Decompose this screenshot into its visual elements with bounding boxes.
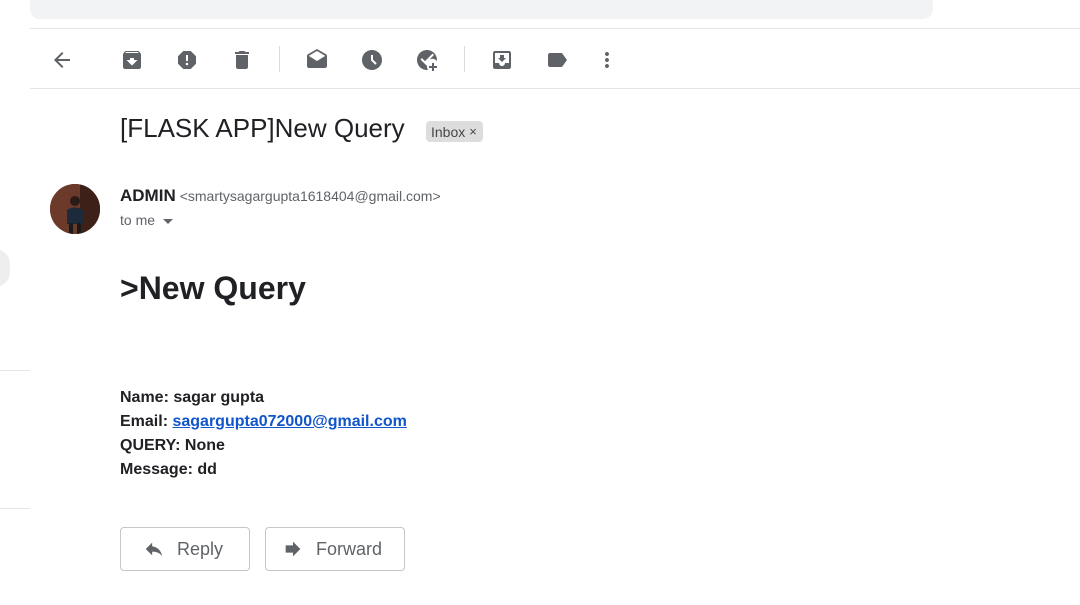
sidebar-item-edge[interactable] <box>0 249 10 287</box>
move-to-button[interactable] <box>484 42 520 78</box>
arrow-left-icon <box>54 52 70 68</box>
field-value: None <box>184 437 225 454</box>
field-query: QUERY: None <box>120 434 407 458</box>
message-fields: Name: sagar gupta Email: sagargupta07200… <box>120 386 407 482</box>
email-link[interactable]: sagargupta072000@gmail.com <box>172 413 406 430</box>
inbox-label-chip[interactable]: Inbox × <box>426 121 483 142</box>
field-email: Email: sagargupta072000@gmail.com <box>120 410 407 434</box>
more-options-button[interactable] <box>589 42 625 78</box>
mark-unread-button[interactable] <box>299 42 335 78</box>
recipient-label: to me <box>120 212 156 228</box>
sender-name[interactable]: ADMIN <box>120 186 176 205</box>
caret-down-icon <box>163 218 174 224</box>
field-message: Message: dd <box>120 458 407 482</box>
label-icon <box>548 53 567 67</box>
reply-button[interactable]: Reply <box>120 527 250 571</box>
reply-icon <box>145 542 163 557</box>
message-heading: >New Query <box>120 270 306 306</box>
reply-label: Reply <box>177 538 224 559</box>
forward-button[interactable]: Forward <box>265 527 405 571</box>
recipient-details-toggle[interactable]: to me <box>120 212 174 228</box>
trash-icon <box>235 51 249 69</box>
avatar[interactable] <box>50 184 100 234</box>
label-text: Inbox <box>431 123 466 140</box>
add-to-tasks-button[interactable] <box>409 42 445 78</box>
more-vert-icon <box>605 52 609 68</box>
remove-label-icon[interactable]: × <box>469 124 477 139</box>
divider <box>30 88 1080 89</box>
task-add-icon <box>417 50 438 71</box>
field-value: dd <box>197 461 217 478</box>
field-label: Name: <box>120 389 169 406</box>
labels-button[interactable] <box>539 42 575 78</box>
envelope-open-icon <box>307 49 327 68</box>
toolbar-separator <box>279 46 280 72</box>
clock-icon <box>362 50 382 70</box>
snooze-button[interactable] <box>354 42 390 78</box>
forward-label: Forward <box>316 538 383 559</box>
email-view: [FLASK APP]New Query Inbox × ADMIN <smart… <box>0 0 1080 605</box>
delete-button[interactable] <box>224 42 260 78</box>
divider <box>0 508 30 509</box>
email-subject: [FLASK APP]New Query <box>120 113 405 143</box>
field-label: QUERY: <box>120 437 181 454</box>
divider <box>30 28 1080 29</box>
sender-info: ADMIN <smartysagargupta1618404@gmail.com> <box>120 186 441 206</box>
divider <box>0 370 30 371</box>
field-name: Name: sagar gupta <box>120 386 407 410</box>
move-to-inbox-icon <box>493 51 511 69</box>
forward-icon <box>285 541 301 557</box>
search-bar[interactable] <box>30 0 933 19</box>
field-label: Message: <box>120 461 193 478</box>
back-button[interactable] <box>44 42 80 78</box>
field-value: sagar gupta <box>173 389 265 406</box>
field-label: Email: <box>120 413 169 430</box>
archive-button[interactable] <box>114 42 150 78</box>
toolbar-separator <box>464 46 465 72</box>
archive-icon <box>123 51 141 69</box>
sender-email: <smartysagargupta1618404@gmail.com> <box>179 188 441 204</box>
report-icon <box>178 51 196 69</box>
person-photo-icon <box>50 184 100 234</box>
report-spam-button[interactable] <box>169 42 205 78</box>
